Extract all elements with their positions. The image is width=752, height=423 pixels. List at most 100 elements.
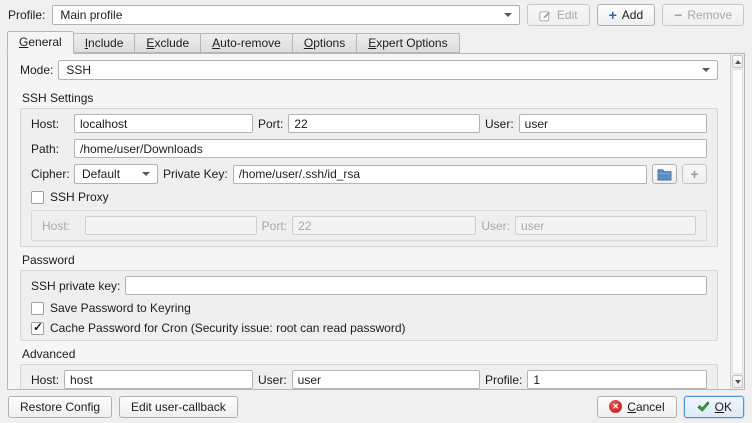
chevron-down-icon	[702, 68, 710, 72]
ssh-user-input[interactable]	[519, 114, 707, 133]
edit-profile-label: Edit	[557, 8, 578, 22]
proxy-user-input[interactable]	[515, 216, 696, 235]
password-title: Password	[22, 253, 724, 267]
proxy-port-input[interactable]	[292, 216, 476, 235]
edit-user-callback-label: Edit user-callback	[131, 400, 226, 414]
advanced-profile-label: Profile:	[485, 373, 522, 387]
mode-row: Mode: SSH	[20, 60, 718, 80]
save-keyring-checkbox[interactable]	[31, 302, 44, 315]
save-keyring-row: Save Password to Keyring	[31, 301, 707, 315]
cache-cron-label: Cache Password for Cron (Security issue:…	[50, 321, 405, 335]
ok-label: OK	[715, 400, 732, 414]
ssh-private-key-password-input[interactable]	[125, 276, 707, 295]
proxy-port-label: Port:	[262, 219, 287, 233]
proxy-fields-row: Host: Port: User:	[42, 216, 696, 235]
ssh-proxy-checkbox[interactable]	[31, 191, 44, 204]
plus-icon: +	[609, 8, 617, 22]
ssh-port-input[interactable]	[288, 114, 480, 133]
advanced-user-field: User:	[258, 370, 480, 389]
ssh-cipher-label: Cipher:	[31, 167, 69, 181]
advanced-profile-field: Profile:	[485, 370, 707, 389]
tab-exclude-label: Exclude	[146, 34, 189, 52]
proxy-port-field: Port:	[262, 216, 477, 235]
ssh-private-key-label: SSH private key:	[31, 279, 120, 293]
scroll-down-button[interactable]	[732, 375, 743, 388]
tab-options-label: Options	[304, 34, 345, 52]
proxy-host-field: Host:	[42, 216, 257, 235]
tab-include[interactable]: Include	[73, 33, 136, 53]
restore-config-label: Restore Config	[20, 400, 100, 414]
add-profile-label: Add	[622, 8, 643, 22]
advanced-user-label: User:	[258, 373, 287, 387]
tab-expert-options-label: Expert Options	[368, 34, 447, 52]
tab-auto-remove[interactable]: Auto-remove	[200, 33, 293, 53]
profile-combobox[interactable]: Main profile	[52, 5, 520, 25]
profile-bar: Profile: Main profile Edit + Add − Remov…	[0, 0, 752, 30]
mode-combobox[interactable]: SSH	[58, 60, 718, 80]
ssh-path-input[interactable]	[74, 139, 707, 158]
mode-combobox-value: SSH	[66, 63, 91, 77]
ssh-proxy-group: Host: Port: User:	[31, 210, 707, 241]
edit-profile-button[interactable]: Edit	[527, 4, 590, 26]
ok-check-icon	[696, 400, 710, 413]
cache-cron-checkbox[interactable]	[31, 322, 44, 335]
advanced-title: Advanced	[22, 347, 724, 361]
folder-icon	[657, 168, 672, 181]
ssh-settings-title: SSH Settings	[22, 91, 724, 105]
ssh-settings-group: Host: Port: User: Path: Cipher:	[20, 108, 718, 247]
tab-expert-options[interactable]: Expert Options	[356, 33, 459, 53]
chevron-down-icon	[504, 13, 512, 17]
remove-profile-button[interactable]: − Remove	[662, 4, 744, 26]
private-key-generate-button[interactable]: +	[682, 164, 707, 184]
scroll-up-button[interactable]	[732, 55, 743, 68]
ssh-host-label: Host:	[31, 117, 69, 131]
advanced-user-input[interactable]	[292, 370, 480, 389]
cancel-button[interactable]: ✕ Cancel	[597, 396, 676, 418]
edit-user-callback-button[interactable]: Edit user-callback	[119, 396, 238, 418]
advanced-host-field: Host:	[31, 370, 253, 389]
ok-button[interactable]: OK	[684, 396, 744, 418]
dialog-footer: Restore Config Edit user-callback ✕ Canc…	[0, 390, 752, 423]
scrollbar-track[interactable]	[732, 69, 743, 374]
tab-include-label: Include	[85, 34, 124, 52]
add-profile-button[interactable]: + Add	[597, 4, 656, 26]
ssh-path-label: Path:	[31, 142, 69, 156]
general-tab-content: Mode: SSH SSH Settings Host: Port: User:	[8, 54, 730, 389]
ssh-cipher-row: Cipher: Default Private Key: +	[31, 164, 707, 184]
ssh-private-key-row: SSH private key:	[31, 276, 707, 295]
advanced-host-input[interactable]	[64, 370, 253, 389]
tab-general[interactable]: General	[7, 31, 74, 54]
profile-combobox-value: Main profile	[60, 8, 122, 22]
vertical-scrollbar[interactable]	[730, 54, 744, 389]
private-key-input[interactable]	[233, 165, 647, 184]
advanced-fields-row: Host: User: Profile:	[31, 370, 707, 389]
profile-label: Profile:	[8, 8, 45, 22]
tab-options[interactable]: Options	[292, 33, 357, 53]
ssh-user-field: User:	[485, 114, 707, 133]
private-key-label: Private Key:	[163, 167, 228, 181]
private-key-browse-button[interactable]	[652, 164, 677, 184]
general-tab-pane: Mode: SSH SSH Settings Host: Port: User:	[7, 53, 745, 390]
ssh-host-row: Host: Port: User:	[31, 114, 707, 133]
cipher-combobox[interactable]: Default	[74, 164, 158, 184]
advanced-profile-input[interactable]	[527, 370, 707, 389]
ssh-port-label: Port:	[258, 117, 283, 131]
ssh-host-input[interactable]	[74, 114, 253, 133]
arrow-up-icon	[735, 60, 741, 64]
ssh-proxy-label: SSH Proxy	[50, 190, 109, 204]
restore-config-button[interactable]: Restore Config	[8, 396, 112, 418]
proxy-host-input[interactable]	[85, 216, 257, 235]
proxy-user-label: User:	[481, 219, 510, 233]
cancel-label: Cancel	[627, 400, 664, 414]
proxy-host-label: Host:	[42, 219, 80, 233]
remove-profile-label: Remove	[687, 8, 732, 22]
ssh-proxy-row: SSH Proxy	[31, 190, 707, 204]
proxy-user-field: User:	[481, 216, 696, 235]
cancel-icon: ✕	[609, 400, 622, 413]
tab-exclude[interactable]: Exclude	[134, 33, 201, 53]
tab-general-label: General	[19, 32, 62, 53]
edit-icon	[539, 9, 552, 22]
chevron-down-icon	[142, 172, 150, 176]
cipher-combobox-value: Default	[82, 167, 120, 181]
password-group: SSH private key: Save Password to Keyrin…	[20, 270, 718, 341]
